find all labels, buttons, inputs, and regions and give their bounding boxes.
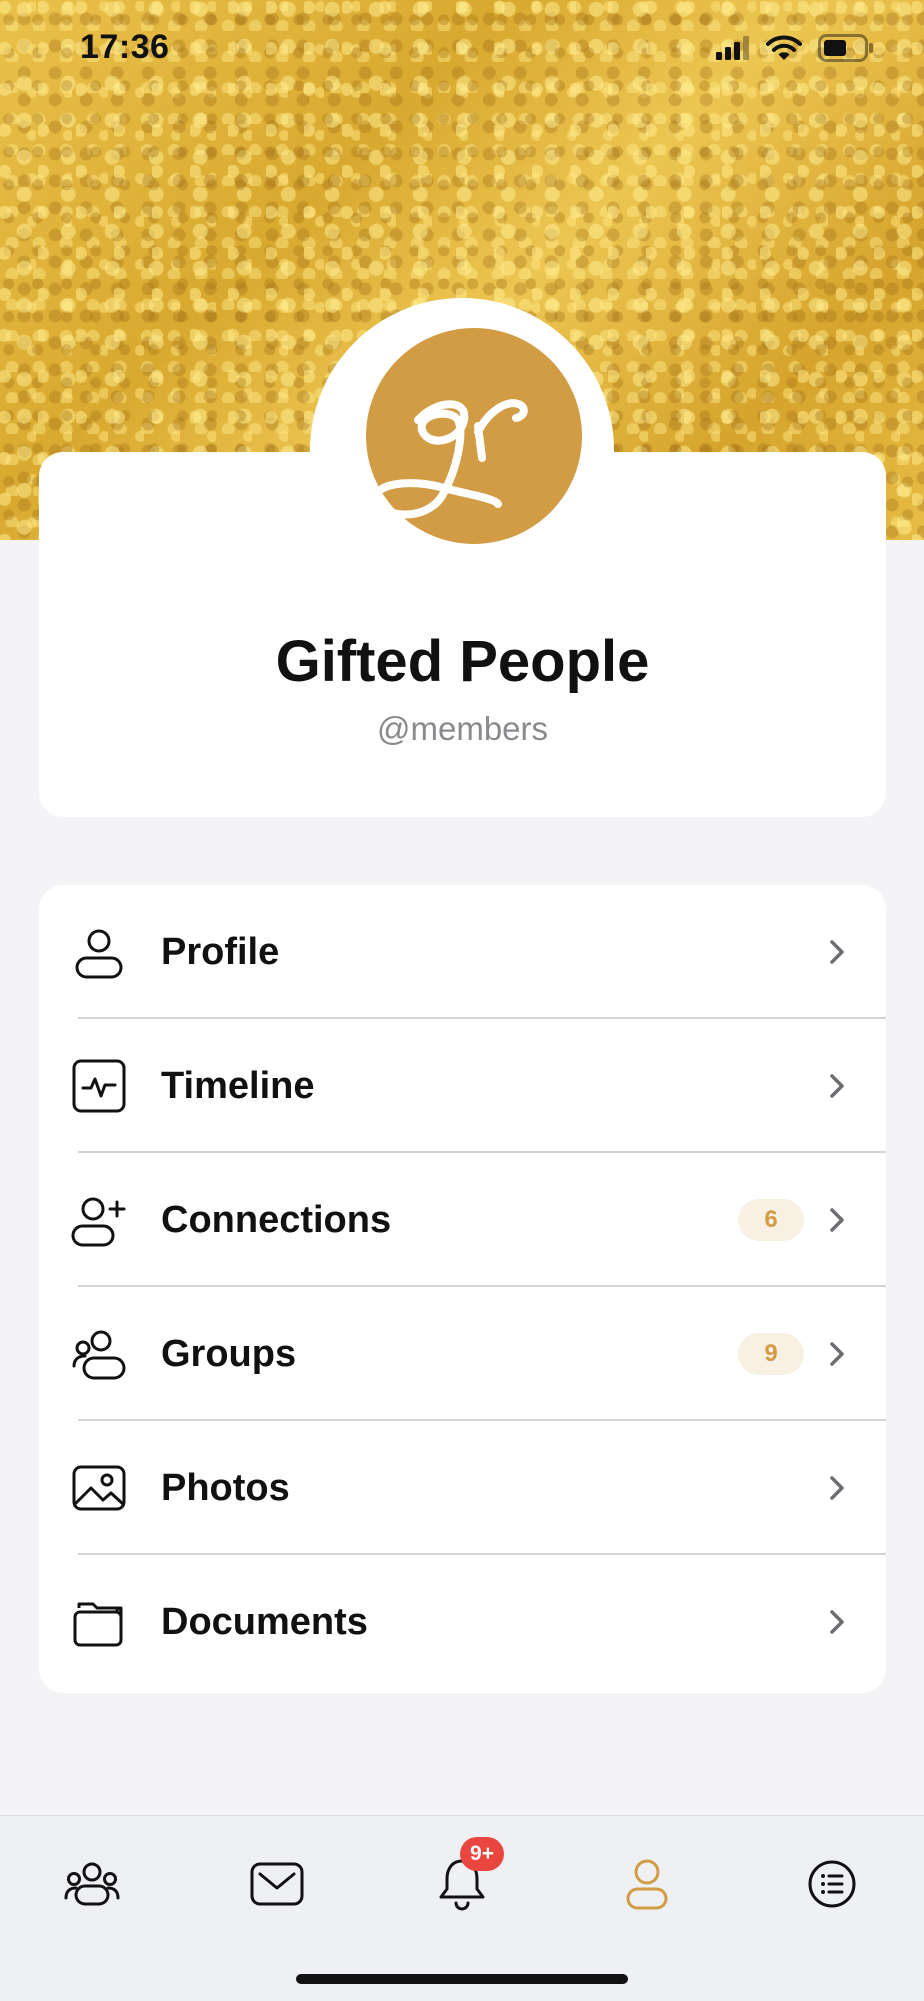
tab-profile[interactable] bbox=[607, 1846, 687, 1926]
profile-handle: @members bbox=[376, 710, 549, 747]
menu-item-label: Connections bbox=[161, 1199, 392, 1241]
chevron-right-icon bbox=[822, 1607, 852, 1637]
profile-name: Gifted People bbox=[275, 629, 650, 694]
gifted-people-logo-icon bbox=[371, 399, 528, 519]
chevron-right-icon bbox=[822, 937, 852, 967]
mail-icon bbox=[250, 1862, 304, 1911]
menu-item-label: Groups bbox=[161, 1333, 297, 1375]
group-icon bbox=[71, 1326, 127, 1382]
folder-icon bbox=[71, 1594, 127, 1650]
chevron-right-icon bbox=[822, 1473, 852, 1503]
status-bar: 17:36 bbox=[0, 0, 924, 100]
tab-members[interactable] bbox=[52, 1846, 132, 1926]
tab-more[interactable] bbox=[792, 1846, 872, 1926]
cellular-signal-icon bbox=[716, 36, 750, 65]
notification-badge: 9+ bbox=[460, 1837, 504, 1871]
menu-item-documents[interactable]: Documents bbox=[39, 1555, 886, 1689]
user-icon bbox=[71, 924, 127, 980]
profile-menu: Profile Timeline Connections 6 Groups 9 … bbox=[39, 885, 886, 1693]
count-badge: 9 bbox=[738, 1333, 804, 1375]
wifi-icon bbox=[766, 35, 802, 66]
menu-item-timeline[interactable]: Timeline bbox=[39, 1019, 886, 1153]
profile-icon bbox=[625, 1858, 669, 1915]
tab-messages[interactable] bbox=[237, 1846, 317, 1926]
battery-icon bbox=[818, 34, 874, 67]
activity-icon bbox=[71, 1058, 127, 1114]
menu-item-label: Timeline bbox=[161, 1065, 315, 1107]
menu-item-profile[interactable]: Profile bbox=[39, 885, 886, 1019]
menu-item-label: Profile bbox=[161, 931, 280, 973]
count-badge: 6 bbox=[738, 1199, 804, 1241]
members-icon bbox=[64, 1860, 120, 1913]
list-icon bbox=[807, 1859, 857, 1914]
menu-item-label: Documents bbox=[161, 1601, 368, 1643]
menu-item-label: Photos bbox=[161, 1467, 290, 1509]
menu-item-groups[interactable]: Groups 9 bbox=[39, 1287, 886, 1421]
add-user-icon bbox=[71, 1192, 127, 1248]
chevron-right-icon bbox=[822, 1339, 852, 1369]
menu-item-photos[interactable]: Photos bbox=[39, 1421, 886, 1555]
menu-item-connections[interactable]: Connections 6 bbox=[39, 1153, 886, 1287]
home-indicator bbox=[296, 1974, 628, 1984]
image-icon bbox=[71, 1460, 127, 1516]
chevron-right-icon bbox=[822, 1071, 852, 1101]
chevron-right-icon bbox=[822, 1205, 852, 1235]
avatar[interactable] bbox=[366, 328, 582, 544]
status-icons bbox=[716, 34, 874, 67]
status-time: 17:36 bbox=[80, 28, 170, 66]
